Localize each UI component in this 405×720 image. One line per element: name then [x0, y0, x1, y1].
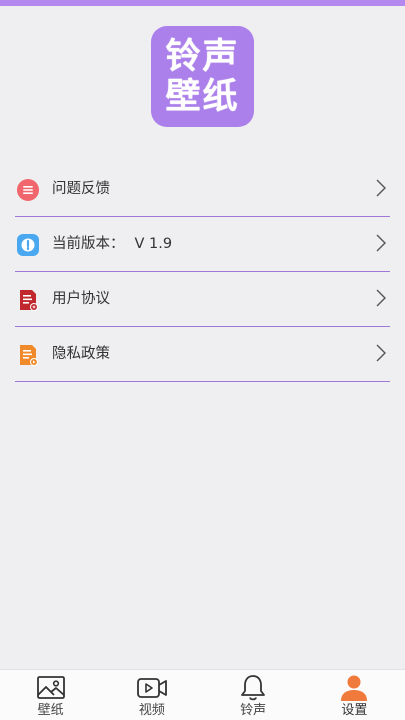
logo-text-line2: 壁纸	[165, 76, 240, 117]
menu-item-version[interactable]: 当前版本： V 1.9	[15, 217, 390, 272]
feedback-label: 问题反馈	[52, 181, 110, 197]
tab-ringtone[interactable]: 铃声	[203, 670, 304, 720]
tab-label: 设置	[341, 703, 368, 718]
settings-screen: 铃声 壁纸 问题反馈 当前版本： V 1.9 用户协议 隐私政策 壁纸 视频 铃…	[0, 0, 405, 720]
privacy-label: 隐私政策	[52, 346, 110, 362]
settings-menu: 问题反馈 当前版本： V 1.9 用户协议 隐私政策	[15, 162, 390, 382]
tab-settings[interactable]: 设置	[304, 670, 405, 720]
bell-icon	[241, 675, 266, 701]
chevron-right-icon	[376, 179, 386, 197]
tab-label: 铃声	[240, 703, 267, 718]
version-icon	[17, 234, 39, 256]
version-label: 当前版本：	[52, 236, 125, 252]
logo-text-line1: 铃声	[165, 36, 240, 77]
menu-item-label: 隐私政策	[52, 344, 110, 364]
menu-item-privacy-policy[interactable]: 隐私政策	[15, 327, 390, 382]
tab-video[interactable]: 视频	[101, 670, 202, 720]
tab-wallpaper[interactable]: 壁纸	[0, 670, 101, 720]
menu-item-user-agreement[interactable]: 用户协议	[15, 272, 390, 327]
version-value: V 1.9	[134, 236, 173, 252]
feedback-icon	[17, 179, 39, 201]
menu-item-label: 用户协议	[52, 289, 110, 309]
image-icon	[36, 676, 65, 699]
chevron-right-icon	[376, 234, 386, 252]
tab-label: 视频	[138, 703, 165, 718]
agreement-label: 用户协议	[52, 291, 110, 307]
agreement-icon	[20, 290, 38, 311]
chevron-right-icon	[376, 289, 386, 307]
menu-item-label: 当前版本： V 1.9	[52, 234, 172, 254]
bottom-tab-bar: 壁纸 视频 铃声 设置	[0, 669, 405, 720]
chevron-right-icon	[376, 344, 386, 362]
person-icon	[341, 675, 368, 701]
video-icon	[136, 678, 167, 698]
menu-item-label: 问题反馈	[52, 179, 110, 199]
privacy-icon	[20, 345, 38, 366]
app-logo: 铃声 壁纸	[151, 26, 254, 127]
tab-label: 壁纸	[37, 703, 64, 718]
menu-item-feedback[interactable]: 问题反馈	[15, 162, 390, 217]
top-accent-bar	[0, 0, 405, 6]
